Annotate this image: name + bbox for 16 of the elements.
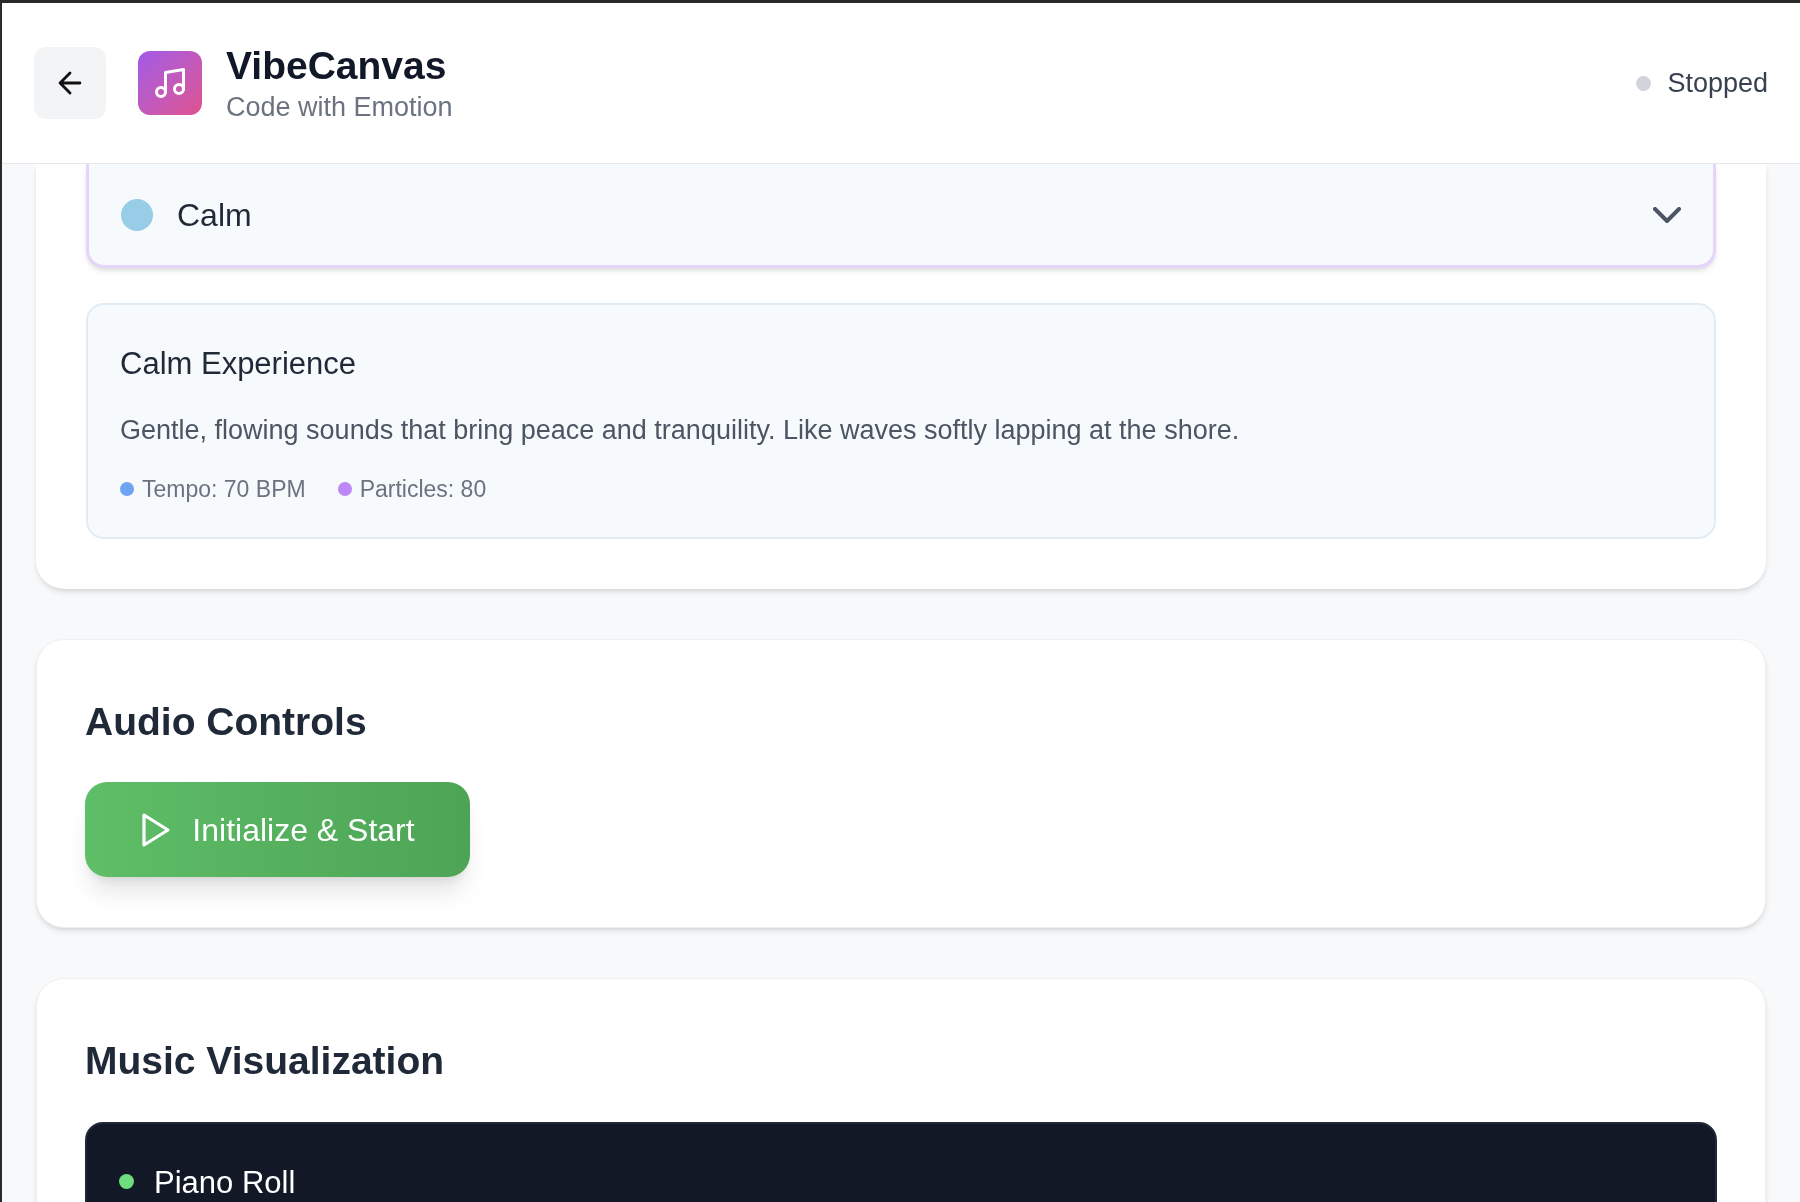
stat-label: Particles: 80 xyxy=(359,475,487,504)
mood-info-title: Calm Experience xyxy=(120,345,358,383)
section-heading: Music Visualization xyxy=(85,1038,446,1085)
back-button[interactable] xyxy=(34,47,106,119)
mood-description: Gentle, flowing sounds that bring peace and tranquility. Like waves softly lapping at the shore. xyxy=(120,413,1241,447)
app-subtitle: Code with Emotion xyxy=(226,90,453,124)
status-text: Stopped xyxy=(1667,66,1768,100)
music-note-icon xyxy=(152,65,188,101)
app-title: VibeCanvas xyxy=(226,42,448,89)
section-heading: Audio Controls xyxy=(85,698,368,745)
mood-dropdown[interactable]: Calm xyxy=(86,164,1716,268)
chevron-down-icon xyxy=(1653,206,1681,223)
stat-label: Tempo: 70 BPM xyxy=(142,475,306,504)
panel-title: Piano Roll xyxy=(154,1164,296,1202)
play-icon xyxy=(140,811,173,848)
mood-value: Calm xyxy=(177,195,252,235)
